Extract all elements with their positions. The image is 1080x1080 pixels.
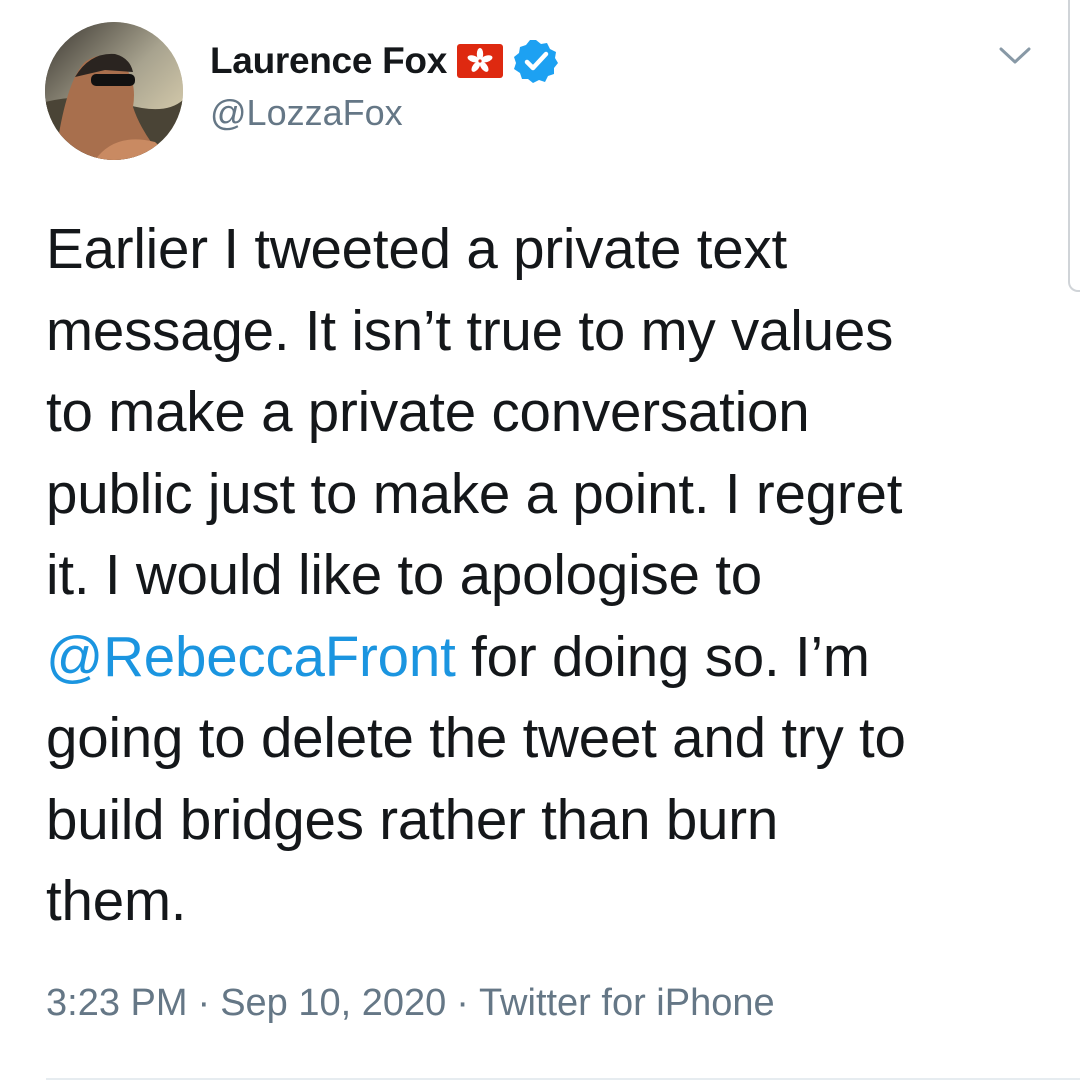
author-display-name[interactable]: Laurence Fox <box>210 40 447 82</box>
tweet-line: Earlier I tweeted a private text <box>46 217 788 280</box>
tweet-line: going to delete the tweet and try to <box>46 706 906 769</box>
tweet-date[interactable]: Sep 10, 2020 <box>220 982 446 1024</box>
tweet-line-rest: for doing so. I’m <box>455 624 870 688</box>
verified-badge-icon <box>513 38 559 84</box>
author-handle[interactable]: @LozzaFox <box>210 92 403 134</box>
author-name-row: Laurence Fox <box>210 38 559 84</box>
tweet-line: build bridges rather than burn <box>46 787 779 851</box>
tweet-line: message. It isn’t true to my values <box>46 298 894 362</box>
scrollbar[interactable] <box>1068 0 1080 292</box>
tweet-meta: 3:23 PM · Sep 10, 2020 · Twitter for iPhone <box>46 982 775 1025</box>
tweet-line-mention: @RebeccaFront for doing so. I’m <box>46 616 1046 698</box>
tweet-time[interactable]: 3:23 PM <box>46 982 188 1024</box>
tweet-line: it. I would like to apologise to <box>46 543 762 606</box>
tweet-card: Laurence Fox @LozzaFox Earlier I tweeted… <box>0 0 1080 1080</box>
mention-link[interactable]: @RebeccaFront <box>46 625 456 688</box>
tweet-line: to make a private conversation <box>46 380 810 443</box>
tweet-source[interactable]: Twitter for iPhone <box>479 982 775 1024</box>
avatar-photo <box>45 22 183 160</box>
hong-kong-flag-icon <box>456 44 503 78</box>
avatar[interactable] <box>45 22 183 160</box>
tweet-line: them. <box>46 869 187 932</box>
tweet-line: public just to make a point. I regret <box>46 461 903 525</box>
chevron-down-icon[interactable] <box>995 40 1035 70</box>
meta-separator: · <box>197 982 211 1024</box>
meta-separator: · <box>456 982 469 1024</box>
tweet-text: Earlier I tweeted a private text message… <box>46 208 1046 942</box>
